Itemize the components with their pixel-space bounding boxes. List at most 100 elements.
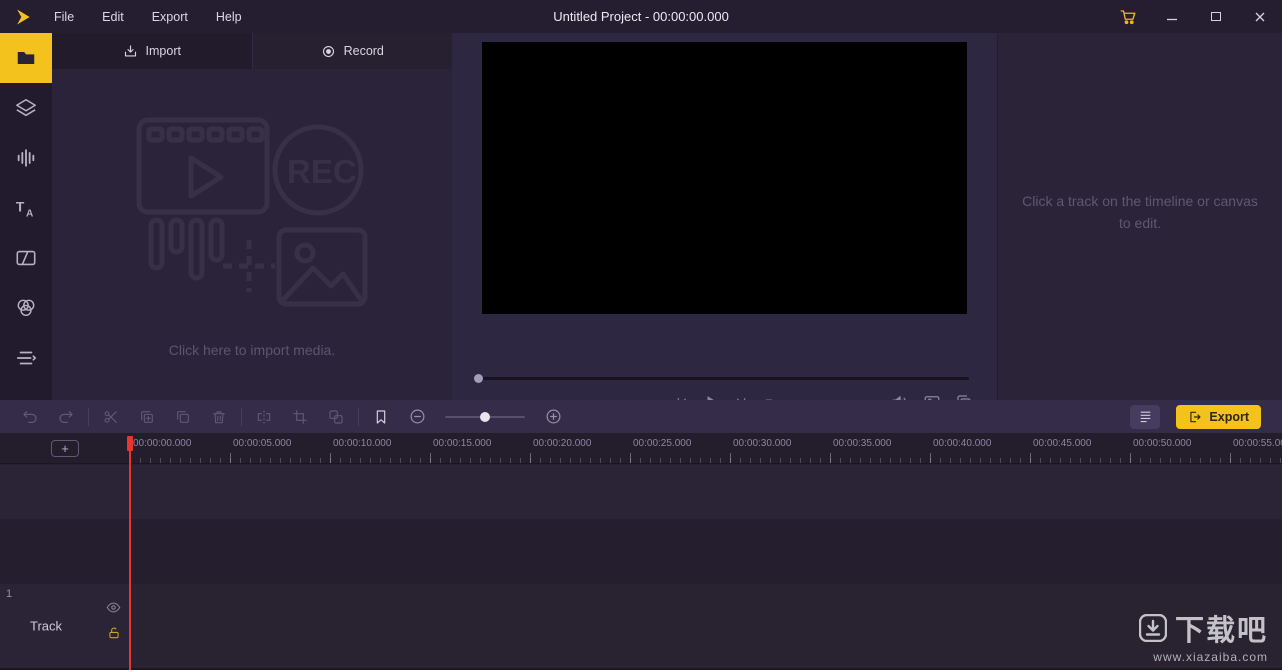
timeline-track-row[interactable] [0, 465, 1282, 519]
menu-help[interactable]: Help [216, 10, 242, 24]
cart-icon[interactable] [1106, 0, 1150, 33]
timeline-track-row-1[interactable] [0, 584, 1282, 668]
sidebar-item-text[interactable]: TA [0, 183, 52, 233]
timeline-track-row[interactable] [0, 519, 1282, 584]
cut-button[interactable] [99, 405, 123, 429]
timeline-toolbar: Export [0, 400, 1282, 433]
zoom-in-button[interactable] [541, 405, 565, 429]
record-icon [322, 45, 334, 57]
toolbar-divider [241, 407, 242, 426]
ruler-label: 00:00:15.000 [433, 438, 492, 449]
ruler-label: 00:00:50.000 [1133, 438, 1192, 449]
tab-record[interactable]: Record [251, 33, 453, 69]
replace-button[interactable] [324, 405, 348, 429]
titlebar: File Edit Export Help Untitled Project -… [0, 0, 1282, 33]
toolbar-divider [88, 407, 89, 426]
sidebar-item-behaviors[interactable] [0, 333, 52, 383]
text-icon: TA [16, 200, 34, 219]
undo-button[interactable] [18, 405, 42, 429]
tab-import[interactable]: Import [52, 33, 252, 69]
menu-file[interactable]: File [54, 10, 74, 24]
project-list-button[interactable] [1130, 404, 1161, 429]
watermark-title: 下载吧 [1174, 615, 1268, 647]
sidebar-item-media[interactable] [0, 33, 52, 83]
zoom-out-button[interactable] [405, 405, 429, 429]
media-panel: Import Record REC Click here to import m… [52, 33, 452, 400]
import-hint: Click here to import media. [168, 341, 336, 358]
timeline-ruler[interactable]: + 00:00:00.000 00:00:05.000 00:00:10.000 00… [0, 433, 1282, 464]
seek-bar[interactable] [474, 373, 969, 385]
maximize-icon [1211, 12, 1221, 21]
zoom-slider-handle[interactable] [480, 411, 490, 422]
menu-export[interactable]: Export [152, 10, 188, 24]
filters-icon [17, 299, 35, 317]
media-tabs: Import Record [52, 33, 452, 69]
track-number: 1 [6, 588, 13, 600]
ruler-label: 00:00:40.000 [933, 438, 992, 449]
window-controls [1106, 0, 1282, 33]
ruler-label: 00:00:55.000 [1233, 438, 1282, 449]
svg-text:T: T [16, 200, 25, 215]
sidebar: TA [0, 33, 52, 400]
export-button[interactable]: Export [1176, 404, 1261, 429]
timeline-zoom-slider[interactable] [445, 409, 525, 425]
inspector-panel: Click a track on the timeline or canvas … [997, 33, 1282, 400]
workspace: TA Import Record REC Click here to impor… [0, 33, 1282, 412]
timeline-rows: 1 Track [0, 464, 1282, 670]
rec-text: REC [287, 153, 357, 190]
track-header[interactable]: 1 Track [0, 584, 130, 668]
window-title: Untitled Project - 00:00:00.000 [553, 9, 729, 24]
toolbar-divider [358, 407, 359, 426]
sidebar-item-audio[interactable] [0, 133, 52, 183]
seek-handle[interactable] [474, 374, 483, 383]
tab-record-label: Record [343, 44, 384, 58]
preview-panel: 00:00:00.000 [452, 33, 997, 412]
sidebar-item-filters[interactable] [0, 283, 52, 333]
app-logo-icon [0, 7, 46, 27]
ruler-ticks-major [130, 453, 1282, 463]
ruler-labels: 00:00:00.000 00:00:05.000 00:00:10.000 00:0… [130, 433, 1282, 463]
import-icon [124, 44, 136, 56]
tab-import-label: Import [145, 44, 181, 58]
playhead-handle[interactable] [127, 436, 133, 451]
layers-icon [16, 98, 36, 117]
transition-icon [16, 250, 36, 266]
app-window: File Edit Export Help Untitled Project -… [0, 0, 1282, 670]
playhead[interactable] [127, 436, 133, 670]
menubar: File Edit Export Help [54, 10, 242, 24]
delete-button[interactable] [207, 405, 231, 429]
video-canvas[interactable] [482, 42, 967, 314]
sidebar-item-transitions[interactable] [0, 233, 52, 283]
export-icon [1190, 411, 1201, 422]
crop-button[interactable] [288, 405, 312, 429]
import-placeholder-graphic: REC [136, 117, 368, 306]
close-button[interactable] [1238, 0, 1282, 33]
ruler-label: 00:00:20.000 [533, 438, 592, 449]
list-icon [1140, 411, 1151, 423]
duplicate-button[interactable] [135, 405, 159, 429]
behaviors-icon [16, 351, 37, 365]
seek-track[interactable] [474, 377, 969, 380]
watermark-logo-icon [1138, 614, 1167, 642]
waveform-icon [17, 149, 35, 167]
sidebar-item-elements[interactable] [0, 83, 52, 133]
track-visibility-eye-icon[interactable] [106, 600, 121, 615]
maximize-button[interactable] [1194, 0, 1238, 33]
timeline: + 00:00:00.000 00:00:05.000 00:00:10.000 00… [0, 433, 1282, 670]
svg-text:A: A [26, 208, 34, 219]
export-button-label: Export [1209, 409, 1249, 424]
import-dropzone[interactable]: REC Click here to import media. [52, 69, 452, 400]
minimize-button[interactable] [1150, 0, 1194, 33]
watermark-url: www.xiazaiba.com [1153, 650, 1268, 664]
marker-button[interactable] [369, 405, 393, 429]
ruler-label: 00:00:35.000 [833, 438, 892, 449]
add-track-button[interactable]: + [51, 440, 79, 457]
watermark: 下载吧 www.xiazaiba.com [1138, 607, 1268, 664]
track-lock-icon[interactable] [107, 626, 121, 640]
copy-button[interactable] [171, 405, 195, 429]
menu-edit[interactable]: Edit [102, 10, 124, 24]
redo-button[interactable] [54, 405, 78, 429]
split-button[interactable] [252, 405, 276, 429]
ruler-label: 00:00:25.000 [633, 438, 692, 449]
inspector-hint: Click a track on the timeline or canvas … [1022, 193, 1258, 231]
